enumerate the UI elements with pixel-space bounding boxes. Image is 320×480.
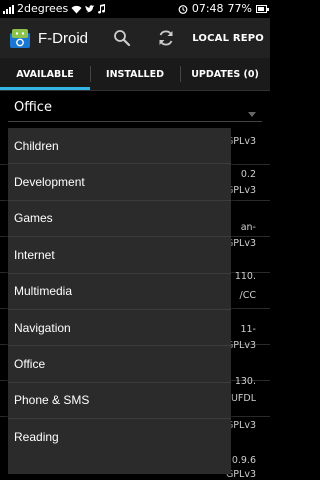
list-item-version: 0.2 (240, 169, 256, 180)
search-icon (114, 30, 131, 47)
list-item-version: 110. (234, 271, 256, 282)
dropdown-arrow-icon (248, 112, 256, 117)
dropdown-item-development[interactable]: Development (8, 164, 231, 201)
list-item-version: an- (240, 222, 256, 233)
alarm-icon (178, 5, 188, 14)
search-button[interactable] (104, 18, 140, 58)
action-bar: F-Droid LOCAL REPO (0, 18, 270, 58)
music-note-icon (98, 4, 106, 14)
tab-updates[interactable]: UPDATES (0) (180, 58, 270, 90)
list-item-version: 0.9.6 (231, 455, 256, 466)
dropdown-item-games[interactable]: Games (8, 201, 231, 238)
app-title: F-Droid (38, 29, 89, 47)
local-repo-button[interactable]: LOCAL REPO (184, 18, 270, 58)
list-item-version: 11- (240, 324, 256, 335)
dropdown-item-office[interactable]: Office (8, 346, 231, 383)
dropdown-item-multimedia[interactable]: Multimedia (8, 274, 231, 310)
status-bar: 2degrees 07:48 77% (0, 0, 270, 18)
dropdown-item-children[interactable]: Children (8, 128, 231, 165)
category-selected-label: Office (14, 100, 52, 115)
tab-available[interactable]: AVAILABLE (0, 58, 90, 90)
battery-icon (256, 5, 269, 13)
f-droid-logo-icon[interactable] (9, 27, 31, 49)
category-dropdown: Children Development Games Internet Mult… (8, 128, 231, 474)
wifi-icon (71, 5, 82, 13)
category-spinner[interactable]: Office (8, 94, 262, 122)
dropdown-item-reading[interactable]: Reading (8, 419, 231, 455)
twitter-icon (85, 4, 95, 12)
dropdown-item-navigation[interactable]: Navigation (8, 310, 231, 347)
dropdown-item-internet[interactable]: Internet (8, 237, 231, 274)
battery-percent: 77% (227, 2, 252, 15)
signal-icon (3, 4, 14, 14)
refresh-button[interactable] (148, 18, 184, 58)
list-item-version: 130. (234, 376, 256, 387)
refresh-icon (159, 30, 173, 46)
carrier-label: 2degrees (17, 2, 69, 15)
tab-bar: AVAILABLE INSTALLED UPDATES (0) (0, 58, 270, 91)
dropdown-item-phone-sms[interactable]: Phone & SMS (8, 383, 231, 420)
clock-label: 07:48 (191, 2, 224, 15)
tab-installed[interactable]: INSTALLED (90, 58, 180, 90)
list-item-license: /CC (239, 290, 256, 301)
